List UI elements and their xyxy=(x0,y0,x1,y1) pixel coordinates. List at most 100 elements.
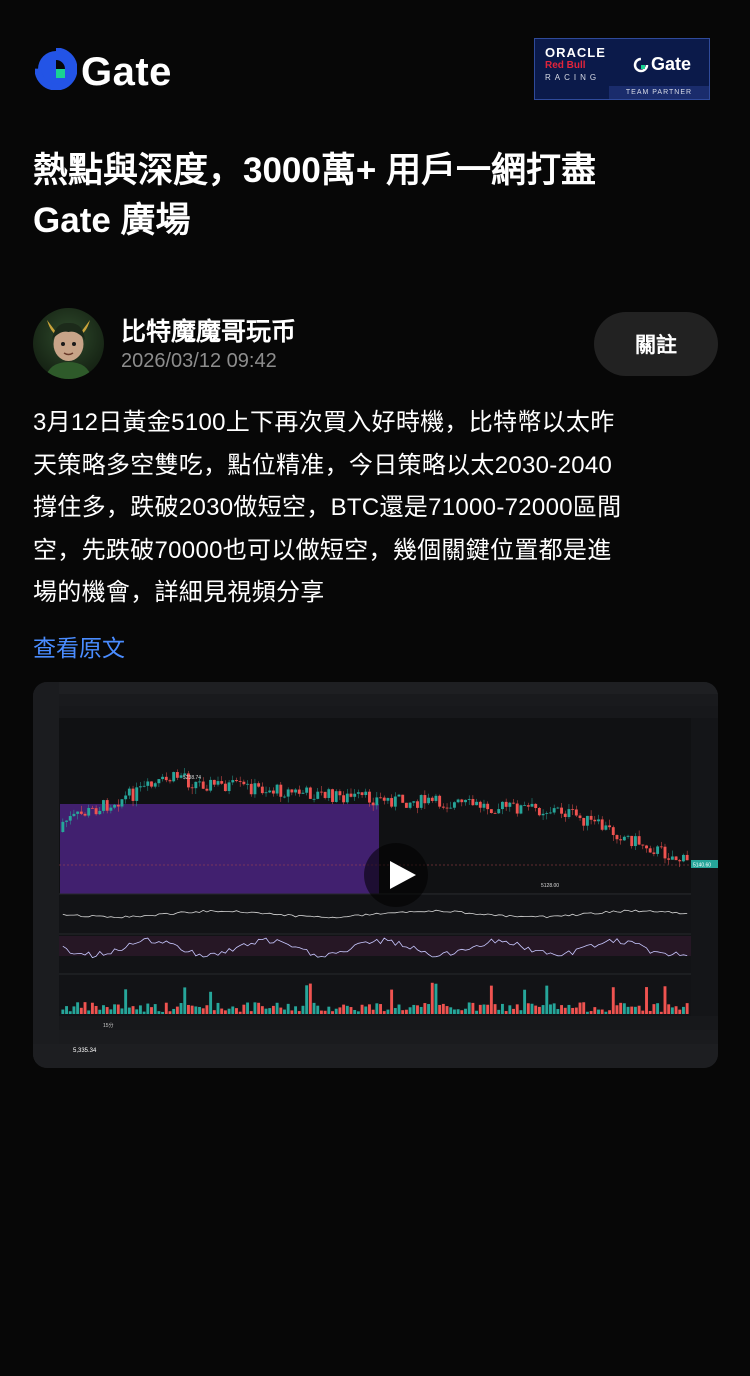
candle-body xyxy=(68,816,72,821)
candle-body xyxy=(353,793,357,797)
volume-bar xyxy=(308,983,312,1014)
candle-body xyxy=(146,781,150,786)
high-marker: 5238.74 xyxy=(183,775,201,781)
follow-button[interactable]: 關註 xyxy=(594,312,718,376)
candle-body xyxy=(619,839,623,841)
volume-bar xyxy=(393,1008,397,1014)
volume-bar xyxy=(397,1004,401,1014)
candle-body xyxy=(404,802,408,808)
volume-bar xyxy=(157,1011,161,1014)
candle-body xyxy=(593,819,597,822)
candle-body xyxy=(220,781,224,784)
candle-body xyxy=(456,799,460,803)
volume-bar xyxy=(353,1009,357,1014)
volume-bar xyxy=(530,1003,534,1014)
candle-body xyxy=(615,835,619,840)
candle-body xyxy=(541,813,545,816)
candle-body xyxy=(382,797,386,801)
volume-bar xyxy=(641,1010,645,1014)
volume-bar xyxy=(172,1008,176,1014)
volume-bar xyxy=(116,1004,120,1014)
volume-bar xyxy=(212,1010,216,1014)
volume-bar xyxy=(589,1011,593,1014)
volume-bar xyxy=(667,1004,671,1014)
candle-body xyxy=(312,798,316,800)
volume-bar xyxy=(678,1009,682,1014)
avatar[interactable] xyxy=(33,308,104,379)
candle-body xyxy=(157,779,161,784)
gate-logo[interactable]: Gate xyxy=(34,47,172,95)
candle-body xyxy=(364,791,368,796)
candle-body xyxy=(578,815,582,818)
candle-body xyxy=(238,781,242,782)
volume-bar xyxy=(194,1006,198,1014)
promo-headline: 熱點與深度，3000萬+ 用戶一網打盡 Gate 廣場 xyxy=(33,146,693,246)
volume-bar xyxy=(120,1008,124,1014)
volume-bar xyxy=(659,1011,663,1014)
candle-body xyxy=(175,772,179,778)
candle-body xyxy=(127,788,131,796)
play-icon[interactable] xyxy=(364,843,428,907)
candle-body xyxy=(349,793,353,797)
volume-bar xyxy=(604,1011,608,1014)
volume-bar xyxy=(501,1003,504,1014)
volume-bar xyxy=(301,1005,305,1014)
volume-bar xyxy=(633,1006,637,1014)
view-original-link[interactable]: 查看原文 xyxy=(33,629,125,663)
candle-body xyxy=(271,790,275,794)
video-player[interactable]: 5140.60 5238.74 5128.00 5,335.34 15分 xyxy=(33,682,718,1068)
volume-bar xyxy=(135,1009,139,1014)
candle-body xyxy=(512,802,515,804)
volume-bar xyxy=(489,985,493,1014)
candle-body xyxy=(652,852,656,854)
candle-body xyxy=(663,846,667,859)
candle-body xyxy=(430,797,434,801)
volume-bar xyxy=(404,1009,408,1014)
volume-bar xyxy=(323,1010,327,1014)
volume-bar xyxy=(187,1004,190,1014)
candle-body xyxy=(249,783,253,795)
post-timestamp: 2026/03/12 09:42 xyxy=(121,350,277,372)
candle-body xyxy=(319,791,323,793)
candle-body xyxy=(168,780,172,782)
team-partner-text: TEAM PARTNER xyxy=(609,86,709,99)
candle-body xyxy=(423,795,427,804)
candle-body xyxy=(678,860,682,862)
volume-bar xyxy=(674,1006,678,1014)
candle-body xyxy=(212,779,216,785)
volume-bar xyxy=(61,1009,65,1014)
post-line: 空，先跌破70000也可以做短空，幾個關鍵位置都是進 xyxy=(33,536,612,564)
candle-body xyxy=(508,802,512,807)
candle-body xyxy=(375,797,379,806)
volume-bar xyxy=(438,1004,442,1014)
candle-body xyxy=(574,809,578,816)
volume-bar xyxy=(360,1004,364,1014)
volume-bar xyxy=(408,1007,412,1014)
low-marker: 5128.00 xyxy=(541,883,559,889)
candle-body xyxy=(412,801,416,803)
candle-body xyxy=(497,809,501,814)
candle-body xyxy=(227,782,231,792)
volume-bar xyxy=(249,1011,253,1014)
candle-body xyxy=(135,787,139,801)
candle-body xyxy=(482,803,486,808)
candle-body xyxy=(356,792,360,794)
volume-bar xyxy=(478,1004,482,1014)
candle-body xyxy=(504,801,508,807)
author-name[interactable]: 比特魔魔哥玩币 xyxy=(121,312,296,348)
volume-bar xyxy=(585,1011,589,1014)
volume-bar xyxy=(526,1003,530,1014)
candle-body xyxy=(648,848,652,853)
candle-body xyxy=(283,796,286,798)
candle-body xyxy=(223,783,227,792)
candle-body xyxy=(360,792,364,796)
volume-bar xyxy=(342,1004,346,1014)
volume-bar xyxy=(257,1002,261,1014)
volume-bar xyxy=(630,1006,634,1014)
volume-bar xyxy=(238,1011,242,1014)
volume-bar xyxy=(305,985,309,1014)
volume-bar xyxy=(537,1006,541,1014)
volume-bar xyxy=(648,1010,652,1014)
candle-body xyxy=(72,813,76,817)
candle-body xyxy=(626,835,630,837)
